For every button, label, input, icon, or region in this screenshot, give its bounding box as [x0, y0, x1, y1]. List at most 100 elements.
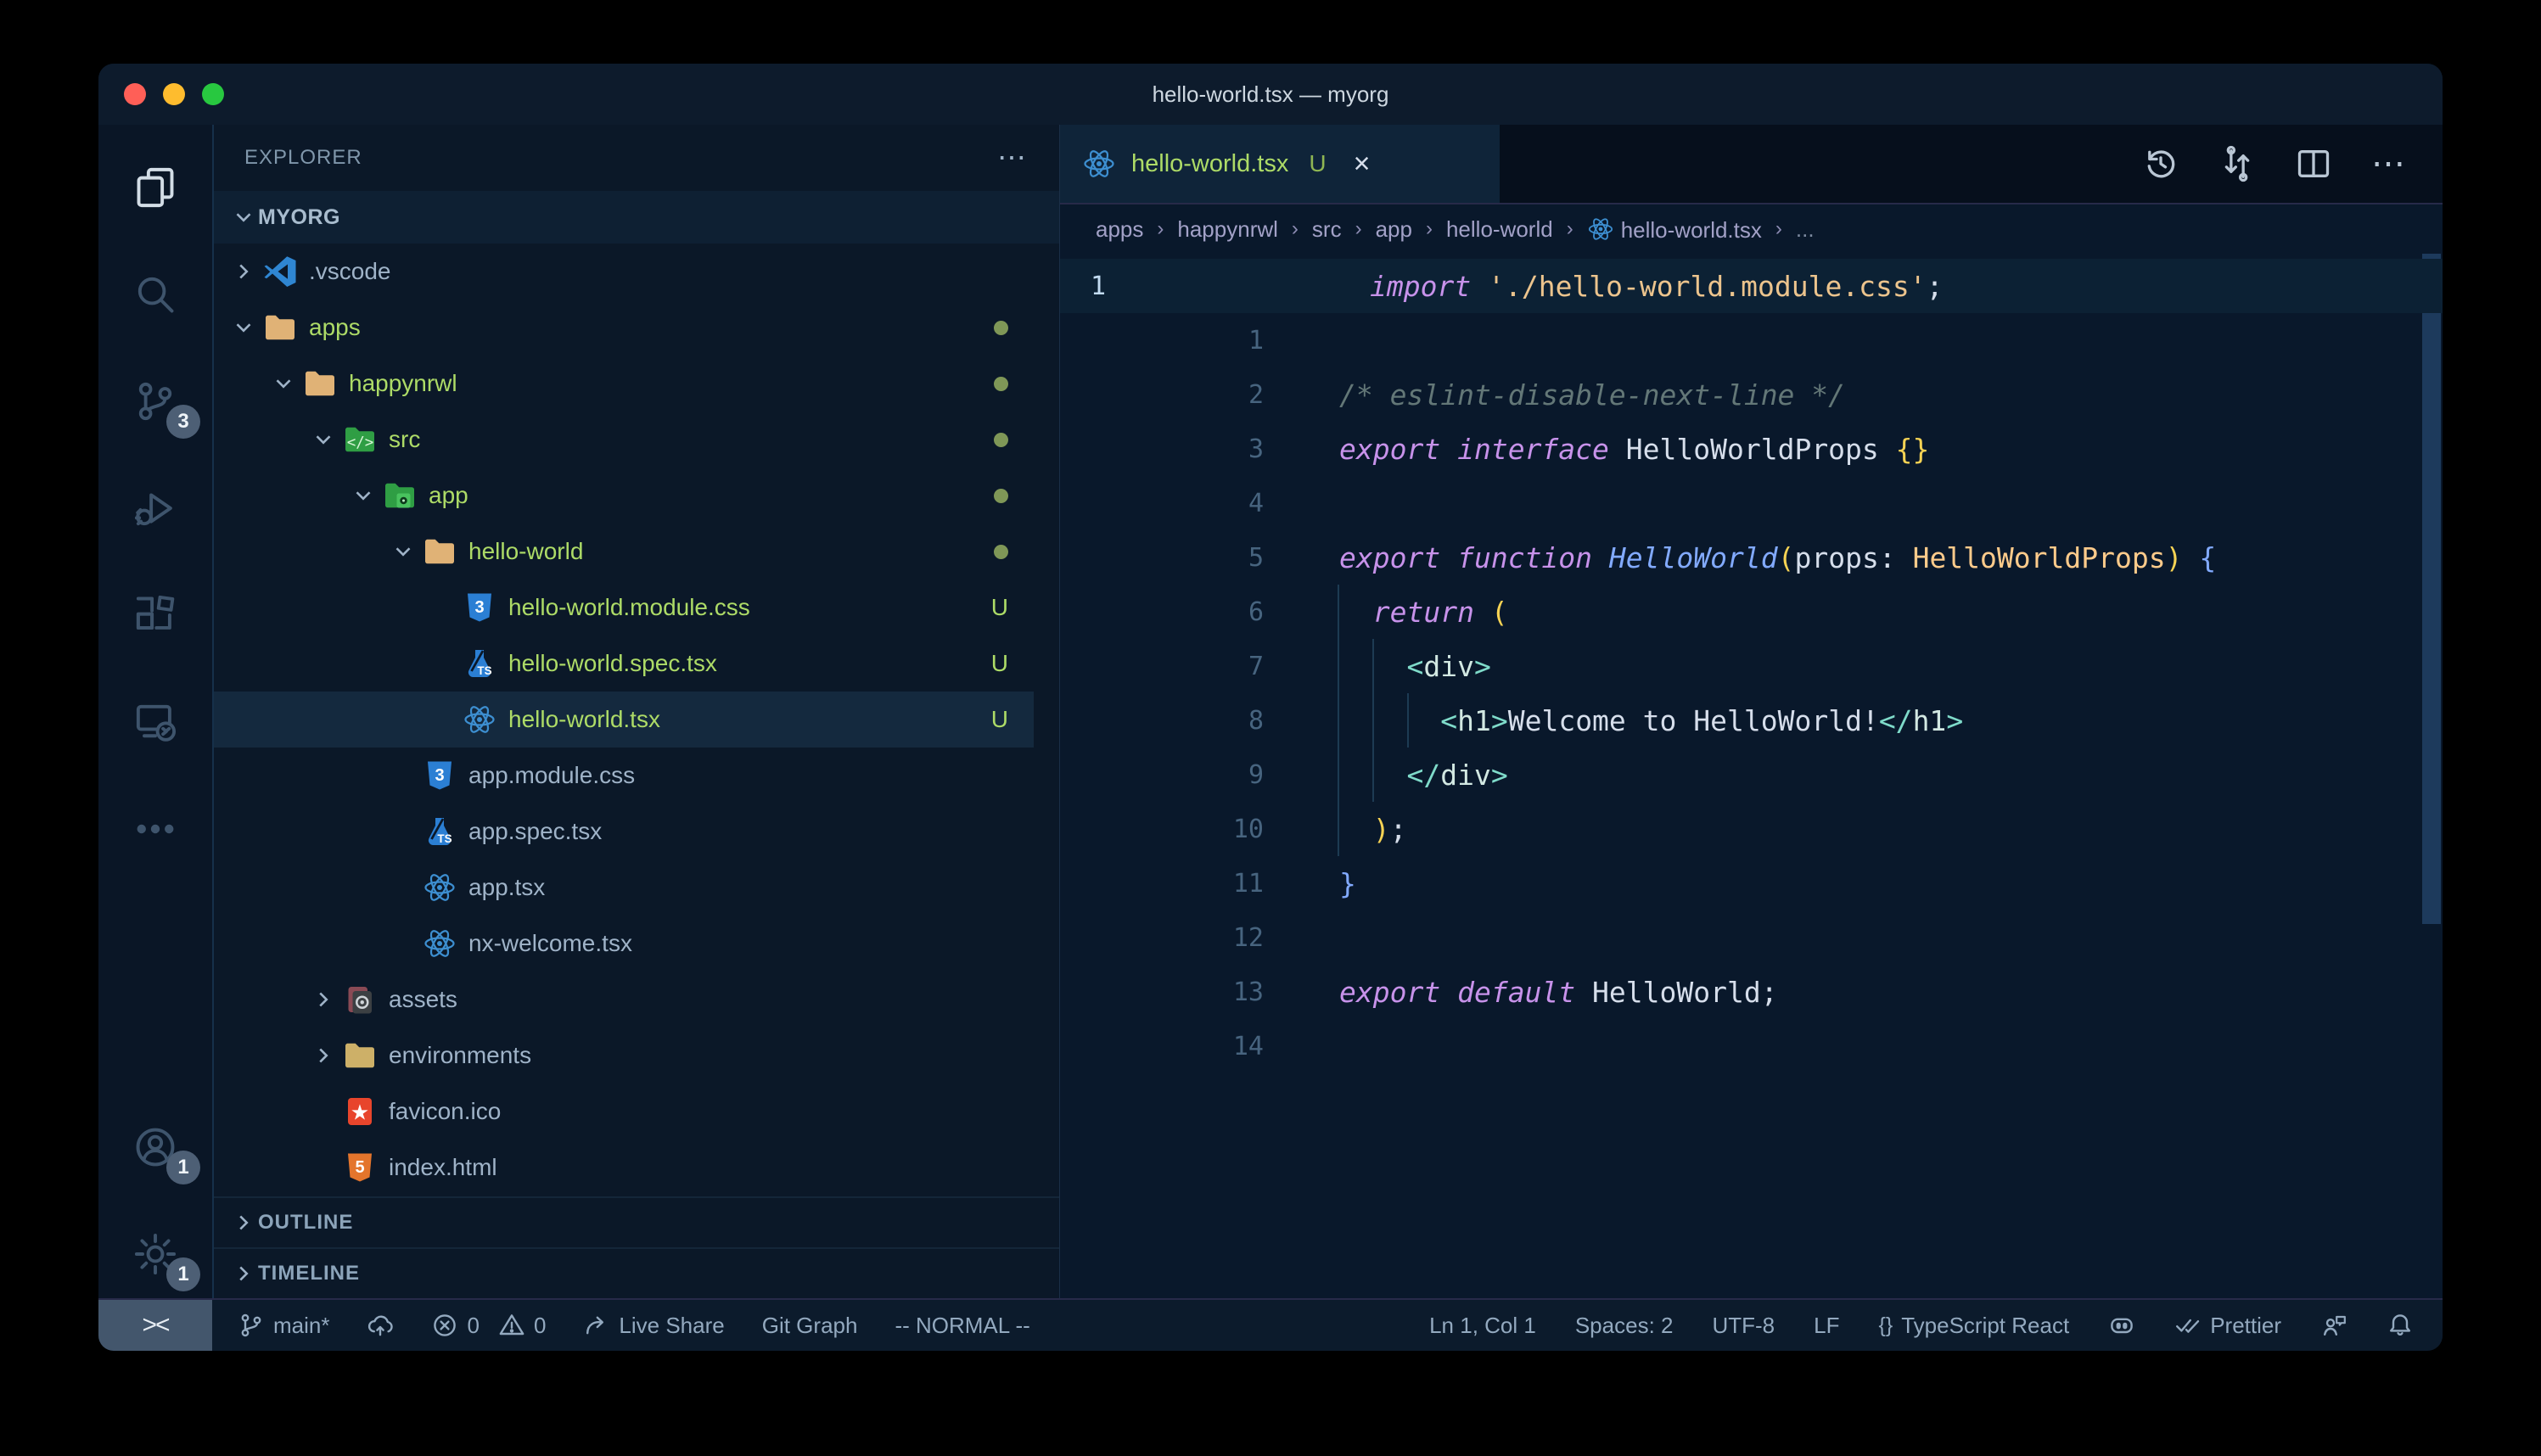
status-live-share[interactable]: Live Share [583, 1312, 724, 1339]
history-icon[interactable] [2142, 145, 2179, 182]
timeline-label: TIMELINE [258, 1262, 360, 1285]
tree-item-hello-world[interactable]: hello-world [214, 524, 1034, 580]
chevron-down-icon [269, 369, 298, 398]
project-root-row[interactable]: MYORG [214, 191, 1059, 244]
line-number: 8 [1060, 706, 1265, 736]
breadcrumb-item-app[interactable]: app [1376, 216, 1412, 243]
chevron-right-icon [229, 1259, 258, 1288]
folder-khaki-icon [343, 1039, 377, 1072]
spec-icon: TS [463, 647, 496, 680]
tree-item-favicon-ico[interactable]: ★favicon.ico [214, 1084, 1034, 1140]
code-text: export interface HelloWorldProps {} [1265, 433, 1929, 466]
activity-more-button[interactable] [98, 785, 212, 873]
code-line[interactable]: 9 </div> [1060, 748, 2443, 802]
status-vim-mode[interactable]: -- NORMAL -- [895, 1313, 1029, 1339]
tree-item-src[interactable]: </>src [214, 412, 1034, 468]
outline-section[interactable]: OUTLINE [214, 1196, 1059, 1247]
compare-icon[interactable] [2218, 145, 2256, 182]
activity-source-control-button[interactable]: 3 [98, 357, 212, 445]
git-untracked-badge: U [991, 594, 1008, 621]
activity-search-button[interactable] [98, 250, 212, 339]
status-git-branch[interactable]: main* [238, 1312, 329, 1339]
status-problems[interactable]: 00 [431, 1312, 546, 1339]
status-notifications[interactable] [2387, 1312, 2414, 1339]
status-eol[interactable]: LF [1814, 1313, 1839, 1339]
tree-item-label: favicon.ico [389, 1098, 501, 1125]
status-language-mode[interactable]: {}TypeScript React [1879, 1313, 2070, 1339]
react-icon [423, 871, 457, 904]
split-icon[interactable] [2295, 145, 2332, 182]
code-line[interactable]: 13export default HelloWorld; [1060, 965, 2443, 1019]
activity-remote-explorer-button[interactable] [98, 678, 212, 766]
code-line[interactable]: 1 [1060, 313, 2443, 367]
code-editor[interactable]: 1import './hello-world.module.css';12/* … [1060, 254, 2443, 1298]
explorer-sidebar: EXPLORER ⋯ MYORG .vscode apps happynrwl</>… [214, 125, 1060, 1298]
svg-text:3: 3 [474, 598, 484, 617]
status-git-graph[interactable]: Git Graph [762, 1313, 858, 1339]
more-icon[interactable]: ⋯ [2371, 144, 2409, 183]
chevron-down-icon [229, 203, 258, 232]
breadcrumb-item--[interactable]: ... [1796, 216, 1815, 243]
code-line[interactable]: 4 [1060, 476, 2443, 530]
tree-item--vscode[interactable]: .vscode [214, 244, 1034, 300]
status-copilot[interactable] [2108, 1312, 2135, 1339]
activity-bar: 3 1 1 [98, 125, 214, 1298]
status-prettier[interactable]: Prettier [2174, 1312, 2281, 1339]
tree-item-app[interactable]: app [214, 468, 1034, 524]
code-line[interactable]: 8 <h1>Welcome to HelloWorld!</h1> [1060, 693, 2443, 748]
line-number: 6 [1060, 597, 1265, 627]
indent-guide [1338, 693, 1339, 748]
code-line[interactable]: 2/* eslint-disable-next-line */ [1060, 367, 2443, 422]
code-line[interactable]: 3export interface HelloWorldProps {} [1060, 422, 2443, 476]
timeline-section[interactable]: TIMELINE [214, 1247, 1059, 1298]
status-indentation[interactable]: Spaces: 2 [1575, 1313, 1674, 1339]
code-line[interactable]: 1import './hello-world.module.css'; [1060, 259, 2443, 313]
breadcrumb-item-src[interactable]: src [1312, 216, 1342, 243]
status-cursor-position[interactable]: Ln 1, Col 1 [1429, 1313, 1536, 1339]
code-line[interactable]: 5export function HelloWorld(props: Hello… [1060, 530, 2443, 585]
tree-item-index-html[interactable]: 5index.html [214, 1140, 1034, 1196]
remote-indicator[interactable]: >< [98, 1300, 212, 1351]
breadcrumb-item-happynrwl[interactable]: happynrwl [1177, 216, 1278, 243]
code-line[interactable]: 10 ); [1060, 802, 2443, 856]
code-line[interactable]: 6 return ( [1060, 585, 2443, 639]
chevron-right-icon [309, 985, 338, 1014]
activity-settings-button[interactable]: 1 [98, 1210, 212, 1298]
tree-item-happynrwl[interactable]: happynrwl [214, 356, 1034, 412]
code-line[interactable]: 11} [1060, 856, 2443, 910]
tree-item-hello-world-tsx[interactable]: hello-world.tsxU [214, 692, 1034, 748]
tree-item-app-spec-tsx[interactable]: TSapp.spec.tsx [214, 804, 1034, 860]
status-feedback[interactable] [2320, 1312, 2347, 1339]
tree-item-apps[interactable]: apps [214, 300, 1034, 356]
tree-item-label: apps [309, 314, 361, 341]
code-line[interactable]: 7 <div> [1060, 639, 2443, 693]
status-encoding[interactable]: UTF-8 [1712, 1313, 1775, 1339]
activity-accounts-button[interactable]: 1 [98, 1103, 212, 1191]
tree-item-hello-world-spec-tsx[interactable]: TShello-world.spec.tsxU [214, 636, 1034, 692]
breadcrumb-item-hello-world[interactable]: hello-world [1446, 216, 1553, 243]
tree-item-app-module-css[interactable]: 3app.module.css [214, 748, 1034, 804]
status-sync[interactable] [367, 1312, 394, 1339]
explorer-more-actions-icon[interactable]: ⋯ [997, 141, 1029, 175]
chevron-down-icon [229, 313, 258, 342]
tree-item-nx-welcome-tsx[interactable]: nx-welcome.tsx [214, 916, 1034, 972]
tree-item-app-tsx[interactable]: app.tsx [214, 860, 1034, 916]
breadcrumb-separator: › [1426, 217, 1433, 241]
tree-item-environments[interactable]: environments [214, 1028, 1034, 1084]
breadcrumb-item-apps[interactable]: apps [1096, 216, 1143, 243]
tab-hello-world-tsx[interactable]: hello-world.tsx U × [1060, 125, 1501, 203]
sidebar-title: EXPLORER [244, 146, 362, 170]
close-tab-icon[interactable]: × [1354, 148, 1371, 181]
activity-explorer-button[interactable] [98, 143, 212, 232]
activity-run-debug-button[interactable] [98, 464, 212, 552]
svg-text:TS: TS [477, 664, 491, 677]
chevron-right-icon [309, 1041, 338, 1070]
code-text: import './hello-world.module.css'; [1296, 270, 1944, 303]
code-line[interactable]: 12 [1060, 910, 2443, 965]
status-label: Git Graph [762, 1313, 858, 1339]
breadcrumb-item-hello-world-tsx[interactable]: hello-world.tsx [1587, 216, 1762, 244]
tree-item-hello-world-module-css[interactable]: 3hello-world.module.cssU [214, 580, 1034, 636]
activity-extensions-button[interactable] [98, 571, 212, 659]
tree-item-assets[interactable]: assets [214, 972, 1034, 1028]
code-line[interactable]: 14 [1060, 1019, 2443, 1073]
